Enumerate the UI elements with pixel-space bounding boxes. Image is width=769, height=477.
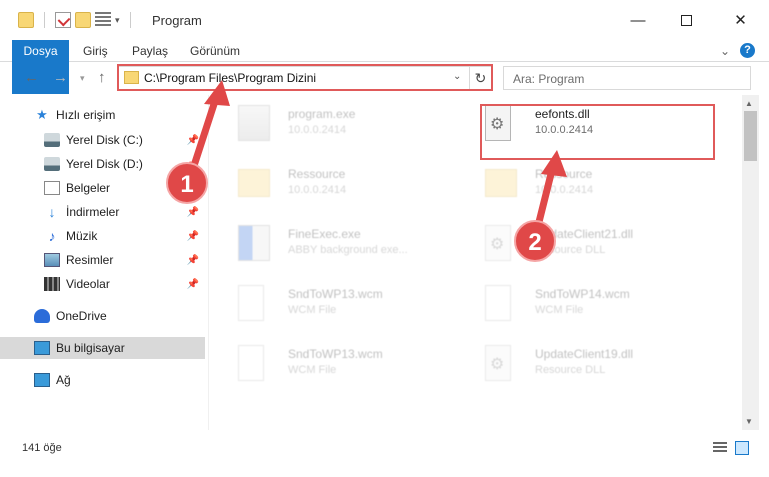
step-marker-1: 1 [166, 162, 208, 204]
arrow-1-head [204, 80, 230, 106]
arrow-2-head [541, 150, 567, 177]
step-marker-2: 2 [514, 220, 556, 262]
annotation-arrows [186, 80, 567, 238]
